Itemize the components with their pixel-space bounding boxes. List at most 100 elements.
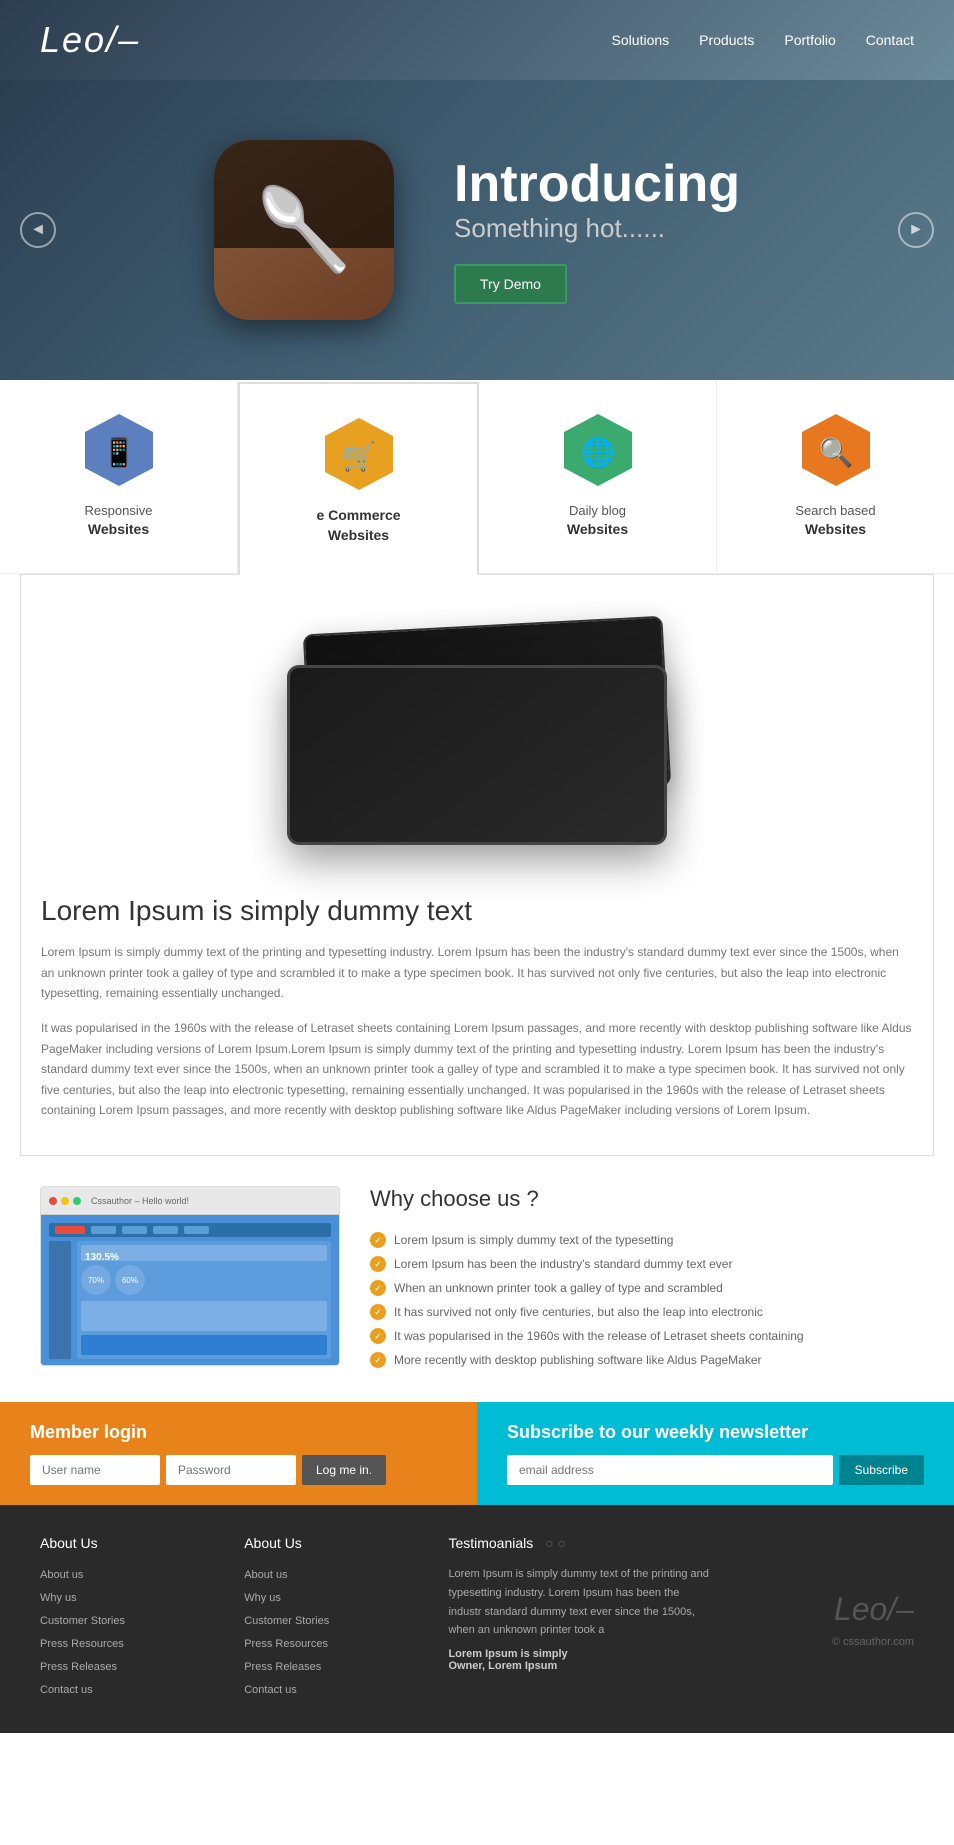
feature-responsive[interactable]: 📱 Responsive Websites (0, 380, 238, 573)
search-based-label: Search based Websites (795, 502, 875, 540)
footer-link[interactable]: Why us (40, 1592, 77, 1604)
footer-link[interactable]: Press Releases (40, 1661, 117, 1673)
footer-col-1: About Us About us Why us Customer Storie… (40, 1535, 214, 1703)
email-input[interactable] (507, 1455, 833, 1485)
why-browser-image: Cssauthor – Hello world! 130.5% 70 (40, 1186, 340, 1366)
footer-link[interactable]: About us (40, 1569, 83, 1581)
list-item: ✓ Lorem Ipsum has been the industry's st… (370, 1252, 914, 1276)
browser-title: Cssauthor – Hello world! (91, 1196, 189, 1206)
nav-portfolio[interactable]: Portfolio (784, 32, 835, 48)
chevron-left-icon: ◄ (30, 221, 46, 239)
responsive-label: Responsive Websites (85, 502, 153, 540)
list-item: ✓ It was popularised in the 1960s with t… (370, 1324, 914, 1348)
chart-area (81, 1301, 327, 1331)
list-item: ✓ When an unknown printer took a galley … (370, 1276, 914, 1300)
content-para2: It was popularised in the 1960s with the… (41, 1018, 913, 1120)
daily-blog-icon: 🌐 (558, 410, 638, 490)
newsletter-title: Subscribe to our weekly newsletter (507, 1422, 924, 1443)
spoon-icon: 🥄 (254, 183, 354, 277)
login-button[interactable]: Log me in. (302, 1455, 386, 1485)
newsletter-box: Subscribe to our weekly newsletter Subsc… (477, 1402, 954, 1505)
list-item: ✓ Lorem Ipsum is simply dummy text of th… (370, 1228, 914, 1252)
footer-col1-links: About us Why us Customer Stories Press R… (40, 1565, 214, 1698)
ecommerce-icon: 🛒 (319, 414, 399, 494)
svg-text:🌐: 🌐 (580, 436, 615, 469)
why-text: Why choose us ? ✓ Lorem Ipsum is simply … (370, 1186, 914, 1372)
footer: About Us About us Why us Customer Storie… (0, 1505, 954, 1733)
feature-ecommerce[interactable]: 🛒 e Commerce Websites (238, 382, 479, 575)
list-item: ✓ More recently with desktop publishing … (370, 1348, 914, 1372)
footer-logo: Leo/– (834, 1591, 914, 1628)
check-icon: ✓ (370, 1280, 386, 1296)
nav-products[interactable]: Products (699, 32, 754, 48)
login-title: Member login (30, 1422, 447, 1443)
hero-title: Introducing (454, 156, 740, 213)
footer-link[interactable]: About us (244, 1569, 287, 1581)
menu-item-active (55, 1226, 85, 1234)
browser-menu (49, 1223, 331, 1237)
why-title: Why choose us ? (370, 1186, 914, 1212)
next-arrow[interactable]: ► (898, 212, 934, 248)
footer-col2-links: About us Why us Customer Stories Press R… (244, 1565, 418, 1698)
browser-dashboard: 130.5% 70% 60% (77, 1241, 331, 1359)
footer-testimonials: Testimoanials ○ ○ Lorem Ipsum is simply … (448, 1535, 709, 1703)
check-icon: ✓ (370, 1352, 386, 1368)
testimonial-author-1: Lorem Ipsum is simply (448, 1648, 709, 1660)
features-bar: 📱 Responsive Websites 🛒 e Commerce Websi… (0, 380, 954, 574)
browser-sidebar (49, 1241, 71, 1359)
footer-copyright: © cssauthor.com (832, 1636, 914, 1648)
hero-subtitle: Something hot...... (454, 213, 740, 244)
browser-bar: Cssauthor – Hello world! (41, 1187, 339, 1215)
chevron-right-icon: ► (908, 221, 924, 239)
svg-text:📱: 📱 (101, 436, 136, 469)
logo: Leo/– (40, 19, 140, 61)
hero-content: 🥄 Introducing Something hot...... Try De… (214, 140, 740, 320)
content-title: Lorem Ipsum is simply dummy text (41, 895, 913, 927)
username-input[interactable] (30, 1455, 160, 1485)
browser-dot-green (73, 1197, 81, 1205)
list-item: ✓ It has survived not only five centurie… (370, 1300, 914, 1324)
footer-link[interactable]: Contact us (244, 1684, 297, 1696)
search-based-icon: 🔍 (796, 410, 876, 490)
prev-arrow[interactable]: ◄ (20, 212, 56, 248)
testimonial-text: Lorem Ipsum is simply dummy text of the … (448, 1565, 709, 1640)
feature-search-based[interactable]: 🔍 Search based Websites (717, 380, 954, 573)
footer-link[interactable]: Customer Stories (244, 1615, 329, 1627)
footer-link[interactable]: Press Releases (244, 1661, 321, 1673)
navigation: Solutions Products Portfolio Contact (612, 32, 914, 48)
why-list: ✓ Lorem Ipsum is simply dummy text of th… (370, 1228, 914, 1372)
testimonials-title: Testimoanials ○ ○ (448, 1535, 709, 1551)
svg-text:🔍: 🔍 (818, 434, 853, 469)
svg-text:🛒: 🛒 (341, 440, 376, 473)
gauge-2: 60% (122, 1276, 138, 1285)
hero-text: Introducing Something hot...... Try Demo (454, 156, 740, 304)
footer-col-2: About Us About us Why us Customer Storie… (244, 1535, 418, 1703)
nav-contact[interactable]: Contact (866, 32, 914, 48)
feature-daily-blog[interactable]: 🌐 Daily blog Websites (479, 380, 717, 573)
chart-bar (81, 1335, 327, 1355)
try-demo-button[interactable]: Try Demo (454, 264, 567, 304)
content-section: Lorem Ipsum is simply dummy text Lorem I… (20, 574, 934, 1156)
tablet-image (41, 595, 913, 875)
menu-item-1 (91, 1226, 116, 1234)
check-icon: ✓ (370, 1304, 386, 1320)
hero-section: ◄ 🥄 Introducing Something hot...... Try … (0, 80, 954, 380)
subscribe-button[interactable]: Subscribe (839, 1455, 924, 1485)
password-input[interactable] (166, 1455, 296, 1485)
nav-solutions[interactable]: Solutions (612, 32, 670, 48)
cta-section: Member login Log me in. Subscribe to our… (0, 1402, 954, 1505)
footer-link[interactable]: Press Resources (40, 1638, 124, 1650)
newsletter-form: Subscribe (507, 1455, 924, 1485)
footer-link[interactable]: Contact us (40, 1684, 93, 1696)
browser-dot-yellow (61, 1197, 69, 1205)
footer-link[interactable]: Customer Stories (40, 1615, 125, 1627)
check-icon: ✓ (370, 1232, 386, 1248)
browser-content-area: 130.5% 70% 60% (41, 1215, 339, 1366)
footer-link[interactable]: Press Resources (244, 1638, 328, 1650)
responsive-icon: 📱 (79, 410, 159, 490)
tablet-visual (267, 625, 687, 845)
check-icon: ✓ (370, 1328, 386, 1344)
footer-col2-title: About Us (244, 1535, 418, 1551)
footer-link[interactable]: Why us (244, 1592, 281, 1604)
ecommerce-label: e Commerce Websites (316, 506, 400, 545)
